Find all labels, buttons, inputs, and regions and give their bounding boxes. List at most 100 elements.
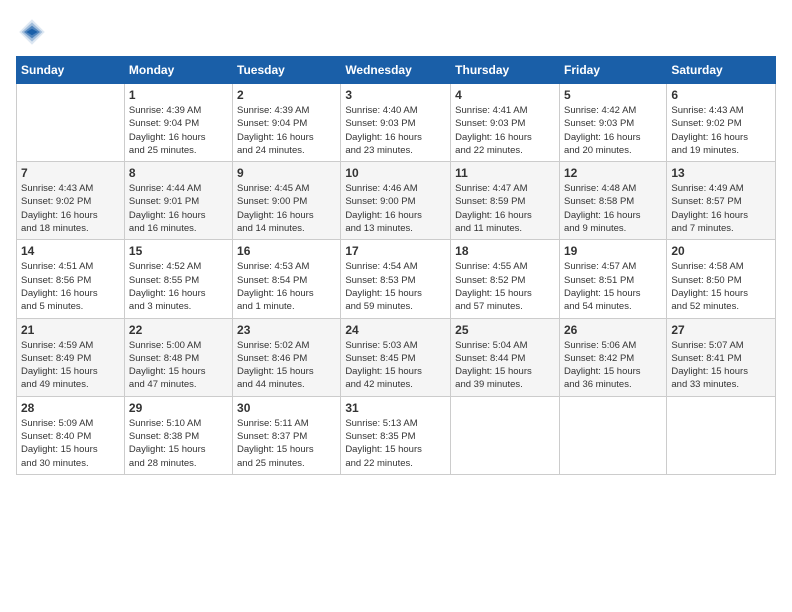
calendar-cell: 9Sunrise: 4:45 AM Sunset: 9:00 PM Daylig… [233,162,341,240]
calendar-cell: 6Sunrise: 4:43 AM Sunset: 9:02 PM Daylig… [667,84,776,162]
day-info: Sunrise: 4:46 AM Sunset: 9:00 PM Dayligh… [345,182,446,235]
day-info: Sunrise: 4:42 AM Sunset: 9:03 PM Dayligh… [564,104,662,157]
day-number: 13 [671,166,771,180]
col-header-wednesday: Wednesday [341,57,451,84]
col-header-tuesday: Tuesday [233,57,341,84]
calendar-cell: 11 Sunrise: 4:47 AM Sunset: 8:59 PM Dayli… [451,162,560,240]
day-number: 26 [564,323,662,337]
calendar-cell [451,396,560,474]
calendar-cell: 7 Sunrise: 4:43 AM Sunset: 9:02 PM Daylig… [17,162,125,240]
day-number: 4 [455,88,555,102]
col-header-sunday: Sunday [17,57,125,84]
day-number: 19 [564,244,662,258]
day-info: Sunrise: 4:44 AM Sunset: 9:01 PM Dayligh… [129,182,228,235]
day-number: 28 [21,401,120,415]
calendar-cell: 4 Sunrise: 4:41 AM Sunset: 9:03 PM Daylig… [451,84,560,162]
day-info: Sunrise: 5:13 AM Sunset: 8:35 PM Dayligh… [345,417,446,470]
calendar-cell: 2Sunrise: 4:39 AM Sunset: 9:04 PM Daylig… [233,84,341,162]
calendar-week-row: 1 Sunrise: 4:39 AM Sunset: 9:04 PM Daylig… [17,84,776,162]
calendar-week-row: 28 Sunrise: 5:09 AM Sunset: 8:40 PM Dayli… [17,396,776,474]
day-info: Sunrise: 5:09 AM Sunset: 8:40 PM Dayligh… [21,417,120,470]
calendar-cell: 5Sunrise: 4:42 AM Sunset: 9:03 PM Daylig… [559,84,666,162]
day-info: Sunrise: 5:07 AM Sunset: 8:41 PM Dayligh… [671,339,771,392]
calendar-cell: 10 Sunrise: 4:46 AM Sunset: 9:00 PM Dayli… [341,162,451,240]
calendar-cell: 14 Sunrise: 4:51 AM Sunset: 8:56 PM Dayli… [17,240,125,318]
calendar-cell: 15 Sunrise: 4:52 AM Sunset: 8:55 PM Dayli… [124,240,232,318]
calendar-cell: 18 Sunrise: 4:55 AM Sunset: 8:52 PM Dayli… [451,240,560,318]
day-number: 27 [671,323,771,337]
day-info: Sunrise: 4:48 AM Sunset: 8:58 PM Dayligh… [564,182,662,235]
day-number: 16 [237,244,336,258]
logo [16,16,52,48]
day-info: Sunrise: 4:43 AM Sunset: 9:02 PM Dayligh… [21,182,120,235]
day-info: Sunrise: 4:54 AM Sunset: 8:53 PM Dayligh… [345,260,446,313]
calendar-week-row: 21 Sunrise: 4:59 AM Sunset: 8:49 PM Dayli… [17,318,776,396]
day-info: Sunrise: 4:58 AM Sunset: 8:50 PM Dayligh… [671,260,771,313]
day-number: 10 [345,166,446,180]
calendar-cell: 21 Sunrise: 4:59 AM Sunset: 8:49 PM Dayli… [17,318,125,396]
day-number: 31 [345,401,446,415]
day-info: Sunrise: 4:51 AM Sunset: 8:56 PM Dayligh… [21,260,120,313]
col-header-monday: Monday [124,57,232,84]
day-number: 29 [129,401,228,415]
calendar-cell [17,84,125,162]
day-number: 6 [671,88,771,102]
calendar-cell: 19 Sunrise: 4:57 AM Sunset: 8:51 PM Dayli… [559,240,666,318]
day-number: 1 [129,88,228,102]
day-number: 22 [129,323,228,337]
calendar-cell: 26Sunrise: 5:06 AM Sunset: 8:42 PM Dayli… [559,318,666,396]
calendar-cell: 24Sunrise: 5:03 AM Sunset: 8:45 PM Dayli… [341,318,451,396]
day-info: Sunrise: 5:02 AM Sunset: 8:46 PM Dayligh… [237,339,336,392]
day-number: 3 [345,88,446,102]
day-number: 21 [21,323,120,337]
calendar-cell: 8Sunrise: 4:44 AM Sunset: 9:01 PM Daylig… [124,162,232,240]
calendar-cell: 30 Sunrise: 5:11 AM Sunset: 8:37 PM Dayli… [233,396,341,474]
calendar-cell: 29 Sunrise: 5:10 AM Sunset: 8:38 PM Dayli… [124,396,232,474]
day-info: Sunrise: 4:53 AM Sunset: 8:54 PM Dayligh… [237,260,336,313]
day-info: Sunrise: 4:52 AM Sunset: 8:55 PM Dayligh… [129,260,228,313]
col-header-friday: Friday [559,57,666,84]
calendar-cell [559,396,666,474]
logo-icon [16,16,48,48]
day-number: 17 [345,244,446,258]
day-number: 24 [345,323,446,337]
calendar-cell: 31 Sunrise: 5:13 AM Sunset: 8:35 PM Dayli… [341,396,451,474]
page-header [16,16,776,48]
calendar-cell: 3Sunrise: 4:40 AM Sunset: 9:03 PM Daylig… [341,84,451,162]
day-number: 15 [129,244,228,258]
calendar-cell: 13 Sunrise: 4:49 AM Sunset: 8:57 PM Dayli… [667,162,776,240]
day-info: Sunrise: 5:10 AM Sunset: 8:38 PM Dayligh… [129,417,228,470]
calendar-cell: 27 Sunrise: 5:07 AM Sunset: 8:41 PM Dayli… [667,318,776,396]
day-info: Sunrise: 4:39 AM Sunset: 9:04 PM Dayligh… [129,104,228,157]
day-info: Sunrise: 4:57 AM Sunset: 8:51 PM Dayligh… [564,260,662,313]
calendar-cell [667,396,776,474]
day-info: Sunrise: 4:55 AM Sunset: 8:52 PM Dayligh… [455,260,555,313]
calendar-header-row: SundayMondayTuesdayWednesdayThursdayFrid… [17,57,776,84]
calendar-cell: 12Sunrise: 4:48 AM Sunset: 8:58 PM Dayli… [559,162,666,240]
calendar-cell: 20 Sunrise: 4:58 AM Sunset: 8:50 PM Dayli… [667,240,776,318]
day-number: 14 [21,244,120,258]
calendar-week-row: 7 Sunrise: 4:43 AM Sunset: 9:02 PM Daylig… [17,162,776,240]
day-number: 2 [237,88,336,102]
day-info: Sunrise: 5:00 AM Sunset: 8:48 PM Dayligh… [129,339,228,392]
calendar-cell: 22 Sunrise: 5:00 AM Sunset: 8:48 PM Dayli… [124,318,232,396]
day-number: 20 [671,244,771,258]
day-info: Sunrise: 5:11 AM Sunset: 8:37 PM Dayligh… [237,417,336,470]
calendar-cell: 25Sunrise: 5:04 AM Sunset: 8:44 PM Dayli… [451,318,560,396]
calendar-table: SundayMondayTuesdayWednesdayThursdayFrid… [16,56,776,475]
day-number: 11 [455,166,555,180]
col-header-saturday: Saturday [667,57,776,84]
calendar-cell: 1 Sunrise: 4:39 AM Sunset: 9:04 PM Daylig… [124,84,232,162]
day-number: 18 [455,244,555,258]
calendar-cell: 23 Sunrise: 5:02 AM Sunset: 8:46 PM Dayli… [233,318,341,396]
calendar-cell: 16 Sunrise: 4:53 AM Sunset: 8:54 PM Dayli… [233,240,341,318]
col-header-thursday: Thursday [451,57,560,84]
day-info: Sunrise: 4:47 AM Sunset: 8:59 PM Dayligh… [455,182,555,235]
day-info: Sunrise: 4:59 AM Sunset: 8:49 PM Dayligh… [21,339,120,392]
day-number: 30 [237,401,336,415]
day-number: 7 [21,166,120,180]
day-info: Sunrise: 4:41 AM Sunset: 9:03 PM Dayligh… [455,104,555,157]
calendar-cell: 28 Sunrise: 5:09 AM Sunset: 8:40 PM Dayli… [17,396,125,474]
day-info: Sunrise: 4:49 AM Sunset: 8:57 PM Dayligh… [671,182,771,235]
day-number: 23 [237,323,336,337]
